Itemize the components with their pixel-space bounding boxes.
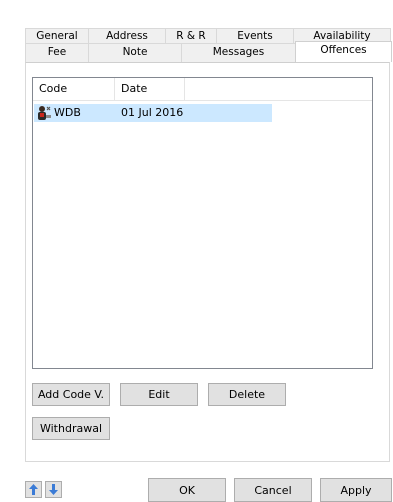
tab-note[interactable]: Note (88, 43, 182, 62)
tab-fee[interactable]: Fee (25, 43, 89, 62)
tab-r-and-r[interactable]: R & R (165, 28, 217, 43)
offence-code: WDB (54, 106, 81, 119)
offence-date: 01 Jul 2016 (121, 106, 184, 119)
tab-address[interactable]: Address (88, 28, 166, 43)
offences-list[interactable]: Code Date WDB 01 Jul 2016 (32, 77, 373, 369)
tab-general[interactable]: General (25, 28, 89, 43)
tab-offences[interactable]: Offences (295, 41, 392, 62)
list-item[interactable]: WDB 01 Jul 2016 (34, 104, 272, 122)
arrow-up-icon (29, 484, 38, 495)
edit-button[interactable]: Edit (120, 383, 198, 406)
tab-row-bottom: Fee Note Messages Offences (25, 41, 392, 62)
delete-button[interactable]: Delete (208, 383, 286, 406)
cancel-button[interactable]: Cancel (234, 478, 312, 502)
add-code-button[interactable]: Add Code V. (32, 383, 110, 406)
apply-button[interactable]: Apply (320, 478, 392, 502)
tab-events[interactable]: Events (216, 28, 294, 43)
ok-button[interactable]: OK (148, 478, 226, 502)
column-header-date[interactable]: Date (115, 78, 185, 100)
offender-icon (38, 106, 51, 120)
move-down-button[interactable] (45, 481, 62, 498)
tab-messages[interactable]: Messages (181, 43, 296, 62)
arrow-down-icon (49, 484, 58, 495)
list-header: Code Date (33, 78, 372, 101)
withdrawal-button[interactable]: Withdrawal (32, 417, 110, 440)
move-up-button[interactable] (25, 481, 42, 498)
column-header-code[interactable]: Code (33, 78, 115, 100)
